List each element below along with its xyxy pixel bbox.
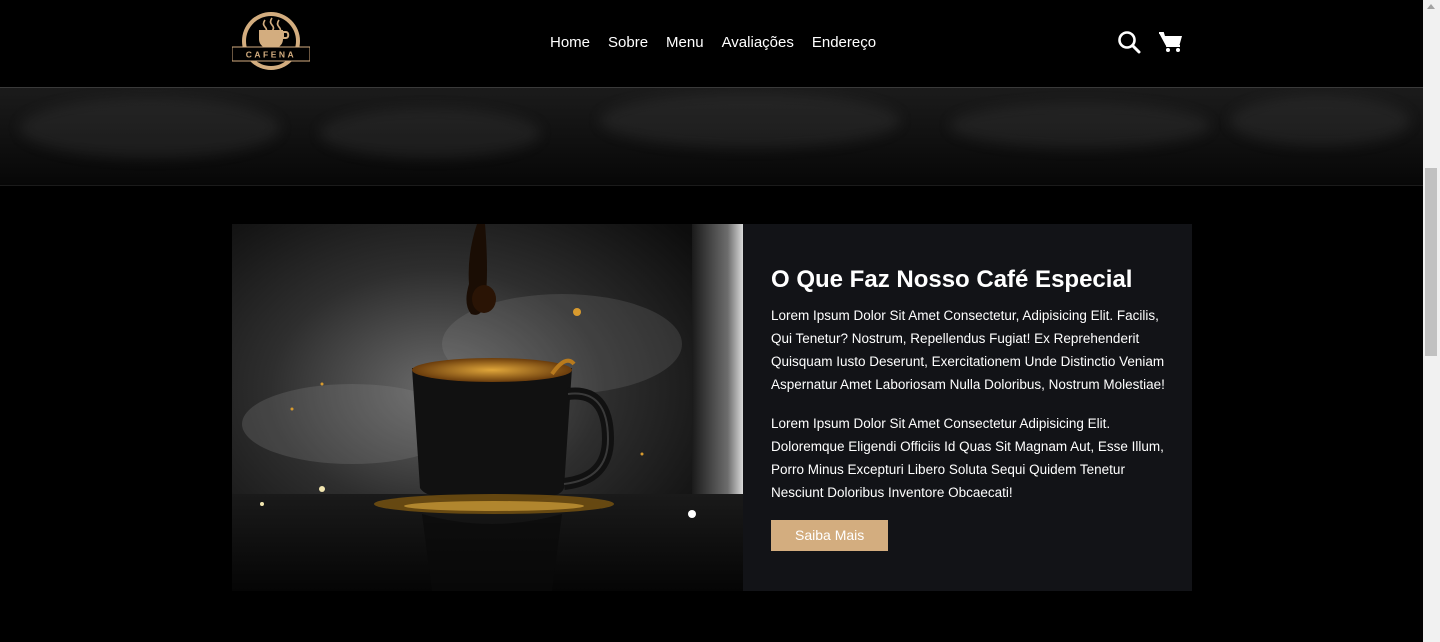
scrollbar-thumb[interactable] (1425, 168, 1437, 356)
nav-sobre[interactable]: Sobre (608, 34, 648, 52)
saiba-mais-button[interactable]: Saiba Mais (771, 520, 889, 551)
nav-home[interactable]: Home (550, 34, 590, 52)
cart-button[interactable] (1158, 30, 1182, 54)
scroll-up-arrow-icon[interactable] (1427, 4, 1435, 9)
vertical-scrollbar[interactable] (1423, 0, 1440, 642)
cart-icon (1159, 32, 1182, 52)
nav-endereco[interactable]: Endereço (812, 34, 876, 52)
nav-avaliacoes[interactable]: Avaliações (722, 34, 794, 52)
about-title: O Que Faz Nosso Café Especial (771, 266, 1133, 293)
search-button[interactable] (1117, 30, 1141, 54)
logo-text: CAFENA (246, 50, 296, 60)
hero-background-strip (0, 88, 1423, 186)
search-icon (1118, 31, 1141, 54)
about-section: O Que Faz Nosso Café Especial Lorem Ipsu… (232, 224, 1192, 591)
site-header: CAFENA Home Sobre Menu Avaliações Endere… (0, 0, 1423, 88)
about-paragraph-1: Lorem Ipsum Dolor Sit Amet Consectetur, … (771, 308, 1165, 392)
about-paragraph-2: Lorem Ipsum Dolor Sit Amet Consectetur A… (771, 416, 1164, 500)
about-content: O Que Faz Nosso Café Especial Lorem Ipsu… (743, 224, 1192, 591)
logo-emblem-icon: CAFENA (231, 12, 311, 70)
coffee-cup-image (232, 224, 743, 591)
main-nav: Home Sobre Menu Avaliações Endereço (550, 34, 876, 52)
nav-menu[interactable]: Menu (666, 34, 704, 52)
cafena-logo[interactable]: CAFENA (231, 10, 311, 74)
